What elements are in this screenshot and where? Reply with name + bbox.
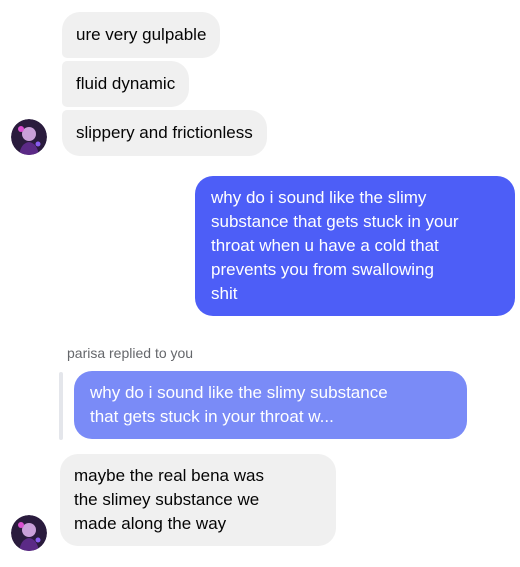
reply-label: parisa replied to you: [67, 345, 194, 361]
message-text: slippery and frictionless: [76, 123, 253, 142]
reply-message[interactable]: maybe the real bena was the slimey subst…: [60, 454, 336, 546]
message-line: why do i sound like the slimy: [211, 188, 427, 207]
avatar[interactable]: [11, 515, 47, 551]
message-line: shit: [211, 284, 238, 303]
quoted-line: that gets stuck in your throat w...: [90, 407, 334, 426]
message-text: ure very gulpable: [76, 25, 207, 44]
incoming-message[interactable]: slippery and frictionless: [62, 110, 267, 156]
incoming-message[interactable]: ure very gulpable: [62, 12, 221, 58]
message-line: maybe the real bena was: [74, 466, 264, 485]
message-line: throat when u have a cold that: [211, 236, 439, 255]
quoted-message[interactable]: why do i sound like the slimy substance …: [74, 371, 467, 439]
message-line: substance that gets stuck in your: [211, 212, 459, 231]
incoming-message[interactable]: fluid dynamic: [62, 61, 190, 107]
message-text: fluid dynamic: [76, 74, 176, 93]
quoted-line: why do i sound like the slimy substance: [90, 383, 388, 402]
message-line: the slimey substance we: [74, 490, 260, 509]
outgoing-message[interactable]: why do i sound like the slimy substance …: [195, 176, 515, 316]
message-line: prevents you from swallowing: [211, 260, 434, 279]
reply-divider: [59, 372, 63, 440]
message-line: made along the way: [74, 514, 227, 533]
avatar[interactable]: [11, 119, 47, 155]
